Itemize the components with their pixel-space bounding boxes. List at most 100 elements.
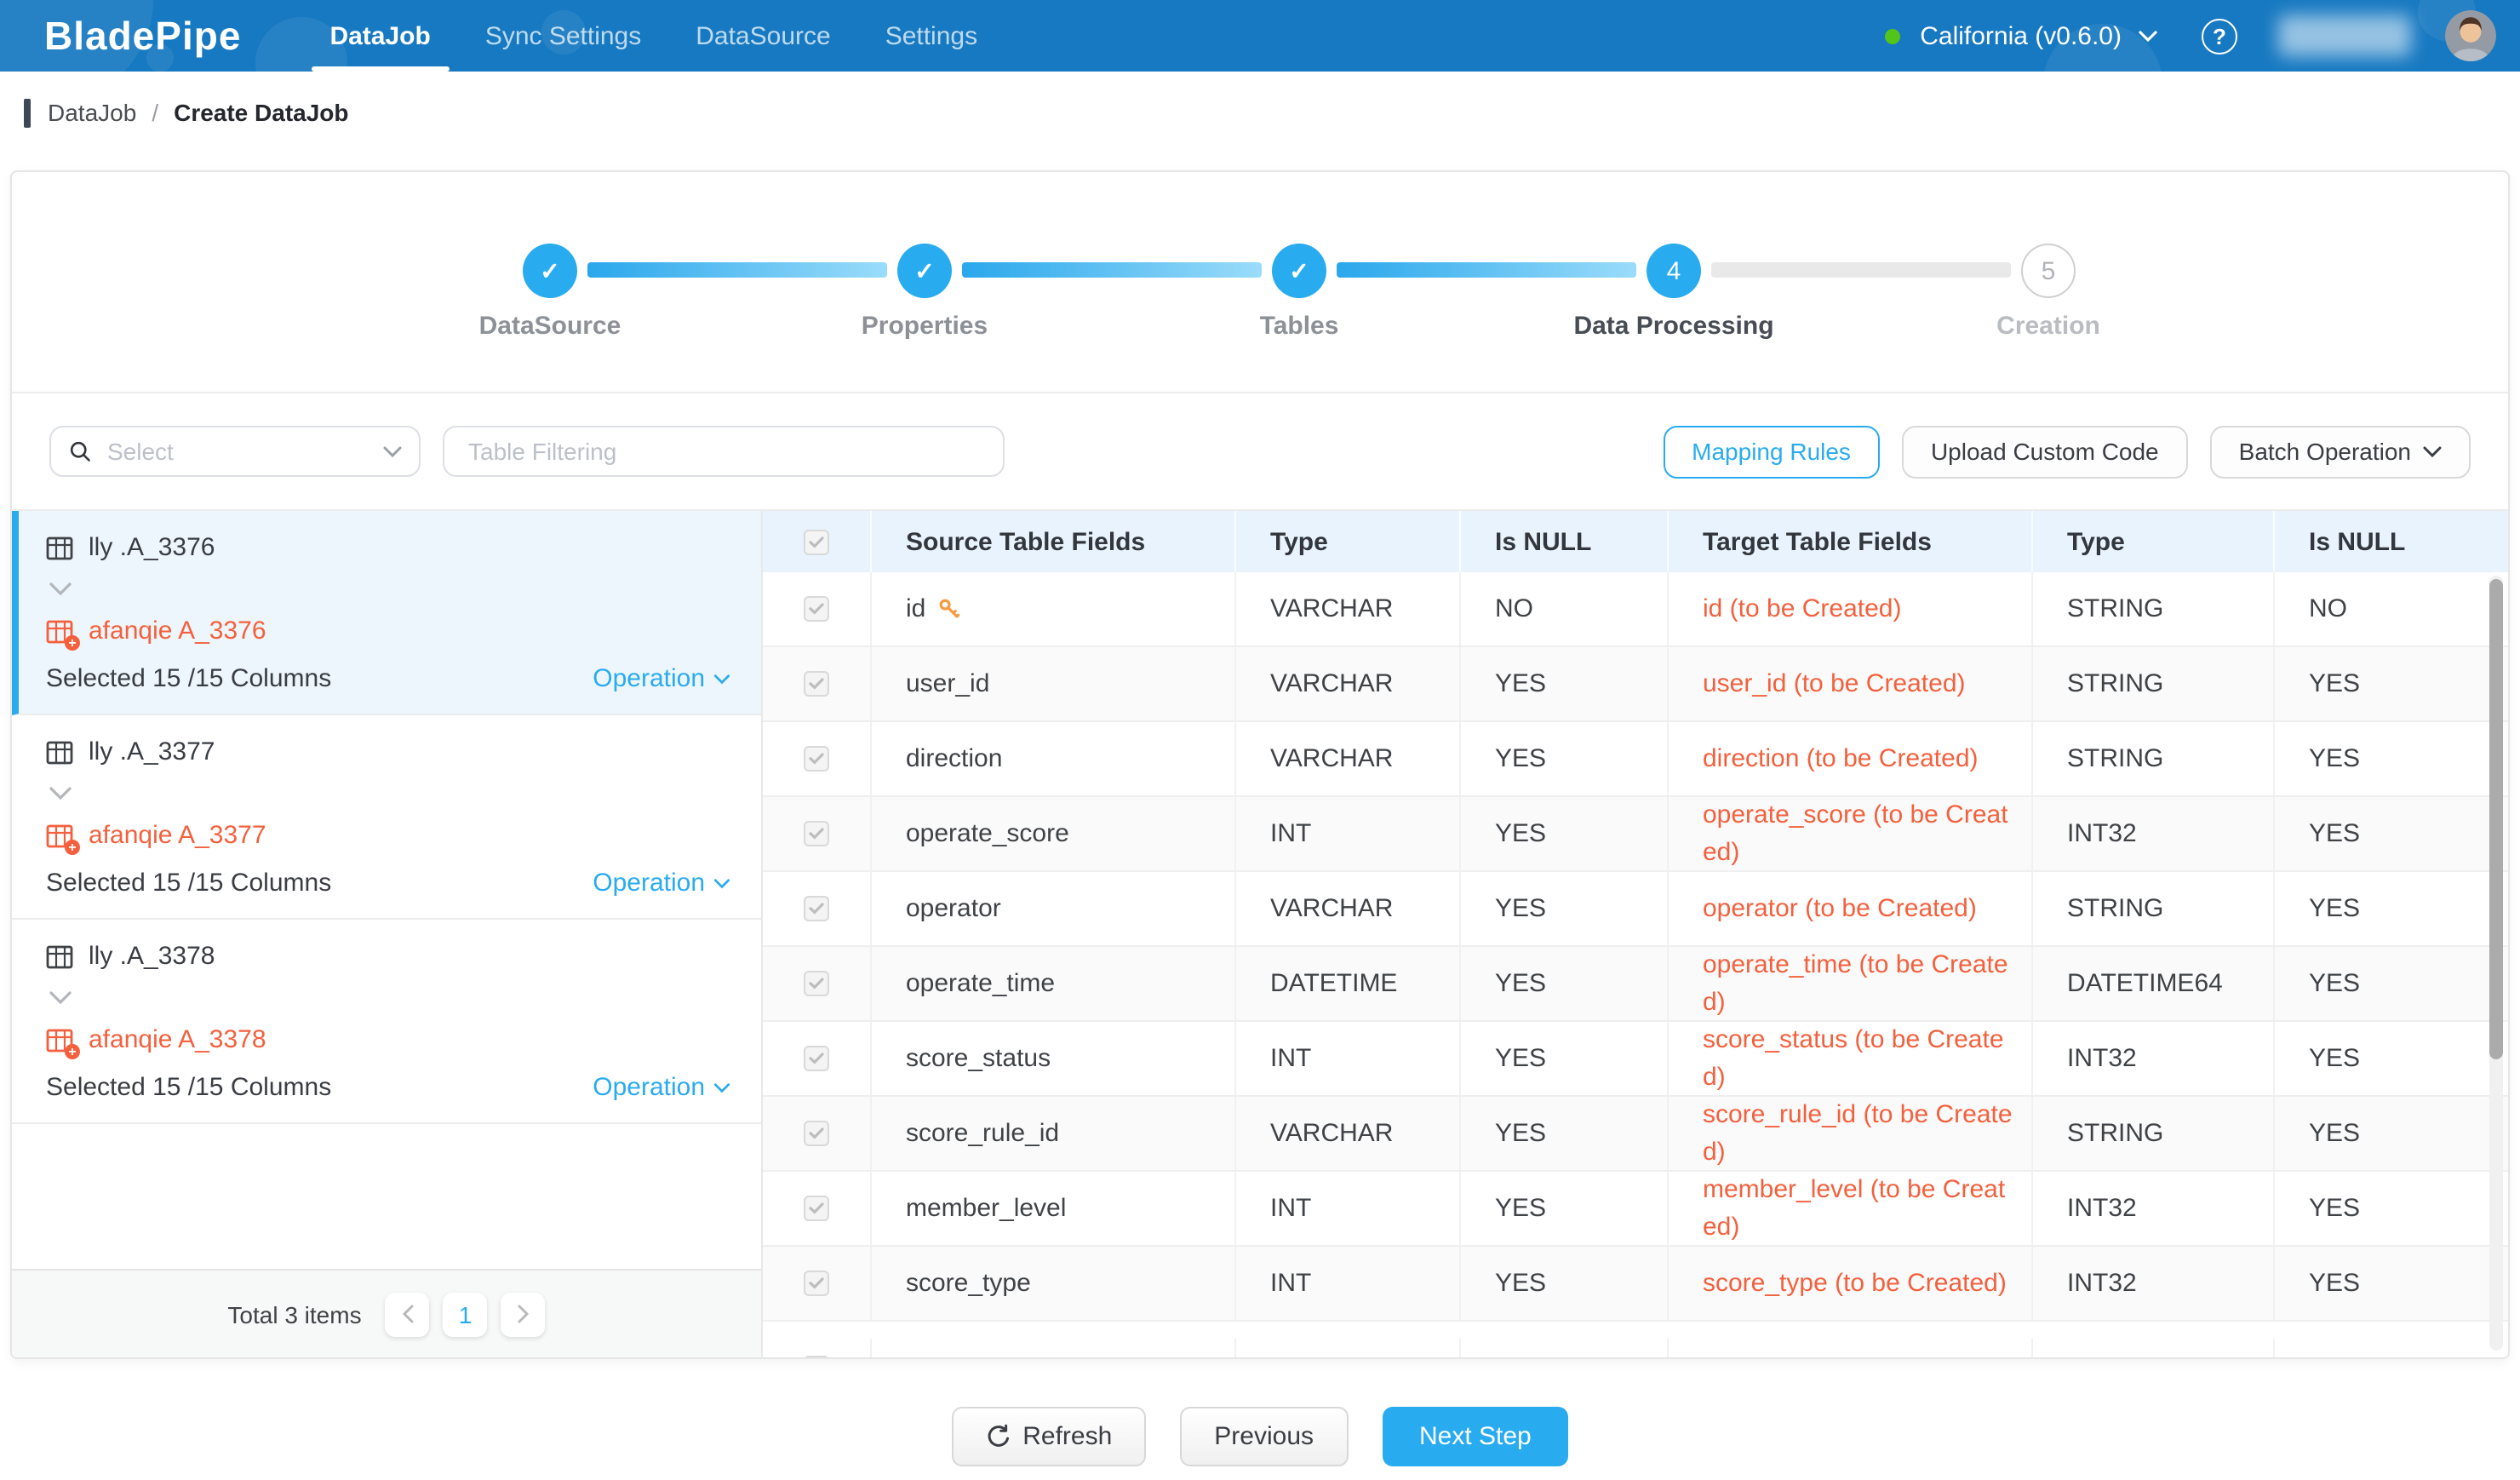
source-null: YES <box>1461 797 1669 870</box>
refresh-label: Refresh <box>1022 1422 1112 1451</box>
page-number-button[interactable]: 1 <box>444 1292 488 1336</box>
nav-item-settings[interactable]: Settings <box>858 0 1005 72</box>
source-type: VARCHAR <box>1236 572 1461 645</box>
next-page-button[interactable] <box>501 1292 546 1336</box>
row-checkbox[interactable] <box>804 821 829 846</box>
row-checkbox[interactable] <box>804 1355 829 1357</box>
header-target-fields: Target Table Fields <box>1669 511 2033 572</box>
operation-menu[interactable]: Operation <box>593 869 730 898</box>
source-null: YES <box>1461 872 1669 945</box>
table-row: score_type INT YES score_type (to be Cre… <box>763 1247 2508 1322</box>
scrollbar-thumb[interactable] <box>2489 579 2503 1059</box>
target-type: STRING <box>2033 1097 2275 1170</box>
source-field-name: operator <box>906 891 1001 927</box>
selected-columns-label: Selected 15 /15 Columns <box>46 664 331 693</box>
next-step-button[interactable]: Next Step <box>1382 1407 1569 1466</box>
primary-key-icon <box>937 598 959 620</box>
source-null: YES <box>1461 1172 1669 1245</box>
table-list-item[interactable]: lly .A_3377 + afanqie A_3377 <box>12 715 761 920</box>
avatar[interactable] <box>2445 10 2496 61</box>
source-type: INT <box>1236 1172 1461 1245</box>
source-type: VARCHAR <box>1236 872 1461 945</box>
target-table-icon: + <box>46 1026 73 1053</box>
search-icon <box>68 439 92 463</box>
row-checkbox[interactable] <box>804 746 829 772</box>
operation-label: Operation <box>593 869 705 898</box>
source-type: VARCHAR <box>1236 1097 1461 1170</box>
source-null: YES <box>1461 1247 1669 1320</box>
operation-menu[interactable]: Operation <box>593 664 730 693</box>
source-field-name: direction <box>906 741 1002 777</box>
target-type: STRING <box>2033 722 2275 795</box>
table-filter-input[interactable] <box>465 436 982 467</box>
step-connector <box>587 262 887 278</box>
main-menu: DataJob Sync Settings DataSource Setting… <box>302 0 1005 72</box>
table-scrollbar[interactable] <box>2489 576 2503 1351</box>
main-card: ✓ ✓ ✓ 4 5 DataSource Properties Tables D… <box>10 170 2510 1359</box>
target-field-name: direction (to be Created) <box>1669 722 2033 795</box>
chevron-down-icon[interactable] <box>2139 30 2157 42</box>
upload-custom-code-button[interactable]: Upload Custom Code <box>1902 425 2188 478</box>
refresh-button[interactable]: Refresh <box>951 1407 1146 1466</box>
check-icon: ✓ <box>540 256 559 285</box>
target-null: YES <box>2275 872 2508 945</box>
help-icon[interactable]: ? <box>2202 18 2237 54</box>
source-field-name: id <box>906 591 925 628</box>
table-filter-field[interactable] <box>443 426 1005 477</box>
row-checkbox[interactable] <box>804 671 829 697</box>
source-type: DATETIME <box>1236 947 1461 1020</box>
target-field-name: score_status (to be Created) <box>1669 1022 2033 1095</box>
row-checkbox[interactable] <box>804 971 829 996</box>
operation-menu[interactable]: Operation <box>593 1073 730 1102</box>
select-input[interactable] <box>104 436 383 467</box>
step-label-datasource: DataSource <box>397 312 703 341</box>
prev-page-button[interactable] <box>386 1292 430 1336</box>
target-field-name: id (to be Created) <box>1669 572 2033 645</box>
target-null: YES <box>2275 722 2508 795</box>
row-checkbox[interactable] <box>804 1271 829 1296</box>
header-target-type: Type <box>2033 511 2275 572</box>
nav-item-sync-settings[interactable]: Sync Settings <box>458 0 668 72</box>
target-type: INT32 <box>2033 797 2275 870</box>
username-redacted <box>2278 15 2411 56</box>
select-dropdown[interactable] <box>49 426 421 477</box>
target-null: YES <box>2275 1172 2508 1245</box>
nav-item-datajob[interactable]: DataJob <box>302 0 457 72</box>
chevron-down-icon[interactable] <box>49 983 730 1013</box>
source-null: YES <box>1461 647 1669 720</box>
table-icon <box>46 534 73 561</box>
table-list-item[interactable]: lly .A_3378 + afanqie A_3378 <box>12 920 761 1124</box>
table-list-item[interactable]: lly .A_3376 + afanqie A_3376 <box>12 511 761 715</box>
select-all-checkbox[interactable] <box>804 529 829 554</box>
nav-item-datasource[interactable]: DataSource <box>668 0 857 72</box>
check-icon: ✓ <box>1289 256 1309 285</box>
field-mapping-table: Source Table Fields Type Is NULL Target … <box>763 511 2508 1357</box>
table-row: score_rule_id VARCHAR YES score_rule_id … <box>763 1097 2508 1172</box>
target-type: STRING <box>2033 647 2275 720</box>
next-page-icon <box>518 1305 530 1323</box>
table-row: operator VARCHAR YES operator (to be Cre… <box>763 872 2508 947</box>
breadcrumb-accent-bar <box>24 98 31 127</box>
row-checkbox[interactable] <box>804 1196 829 1221</box>
source-null: YES <box>1461 1097 1669 1170</box>
table-row: member_level INT YES member_level (to be… <box>763 1172 2508 1247</box>
mapping-rules-button[interactable]: Mapping Rules <box>1663 425 1880 478</box>
chevron-down-icon[interactable] <box>49 778 730 809</box>
batch-operation-button[interactable]: Batch Operation <box>2210 425 2471 478</box>
row-checkbox[interactable] <box>804 1046 829 1071</box>
previous-button[interactable]: Previous <box>1180 1407 1348 1466</box>
breadcrumb-parent[interactable]: DataJob <box>48 99 136 126</box>
source-null: YES <box>1461 722 1669 795</box>
environment-label[interactable]: California (v0.6.0) <box>1920 21 2122 50</box>
source-type: VARCHAR <box>1236 722 1461 795</box>
total-items-label: Total 3 items <box>227 1300 361 1328</box>
table-header-row: Source Table Fields Type Is NULL Target … <box>763 511 2508 572</box>
step-label-data-processing: Data Processing <box>1521 312 1827 341</box>
step-label-properties: Properties <box>771 312 1078 341</box>
row-checkbox[interactable] <box>804 896 829 921</box>
chevron-down-icon[interactable] <box>49 574 730 605</box>
row-checkbox[interactable] <box>804 1121 829 1146</box>
header-target-null: Is NULL <box>2275 511 2508 572</box>
row-checkbox[interactable] <box>804 596 829 622</box>
step-connector <box>1711 262 2011 278</box>
